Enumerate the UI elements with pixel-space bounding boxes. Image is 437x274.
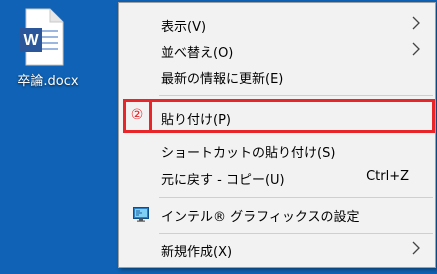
- menu-item-label: 並べ替え(O): [161, 46, 234, 61]
- word-icon-letter: W: [23, 32, 39, 49]
- menu-separator: [159, 95, 433, 96]
- chevron-right-icon: [412, 42, 420, 56]
- desktop-file-docx[interactable]: W 卒論.docx: [8, 6, 88, 96]
- menu-item-intel-graphics[interactable]: インテル® グラフィックスの設定: [119, 201, 435, 227]
- menu-item-paste-shortcut[interactable]: ショートカットの貼り付け(S): [119, 137, 435, 163]
- chevron-right-icon: [412, 16, 420, 30]
- paste-highlight-box: [123, 99, 435, 133]
- word-document-icon: W: [20, 8, 64, 66]
- intel-graphics-icon: [133, 207, 149, 222]
- menu-separator: [159, 233, 433, 234]
- menu-item-label: 元に戻す - コピー(U): [161, 173, 285, 188]
- step-divider: [149, 99, 152, 133]
- menu-item-shortcut: Ctrl+Z: [366, 169, 409, 184]
- menu-item-sort[interactable]: 並べ替え(O): [119, 37, 435, 63]
- menu-item-label: 新規作成(X): [161, 245, 233, 260]
- menu-item-label: ショートカットの貼り付け(S): [161, 146, 336, 161]
- file-name-label: 卒論.docx: [17, 74, 79, 89]
- chevron-right-icon: [412, 241, 420, 255]
- menu-item-label: 最新の情報に更新(E): [161, 72, 284, 87]
- menu-item-label: インテル® グラフィックスの設定: [161, 210, 360, 225]
- menu-separator: [159, 197, 433, 198]
- menu-item-label: 表示(V): [161, 20, 207, 35]
- desktop-context-menu: 表示(V) 並べ替え(O) 最新の情報に更新(E) 貼り付け(P) ショートカッ…: [118, 2, 436, 268]
- menu-item-view[interactable]: 表示(V): [119, 11, 435, 37]
- menu-item-new[interactable]: 新規作成(X): [119, 236, 435, 262]
- menu-item-refresh[interactable]: 最新の情報に更新(E): [119, 63, 435, 89]
- menu-item-undo-copy[interactable]: 元に戻す - コピー(U) Ctrl+Z: [119, 164, 435, 190]
- step-number-badge: ②: [130, 107, 144, 123]
